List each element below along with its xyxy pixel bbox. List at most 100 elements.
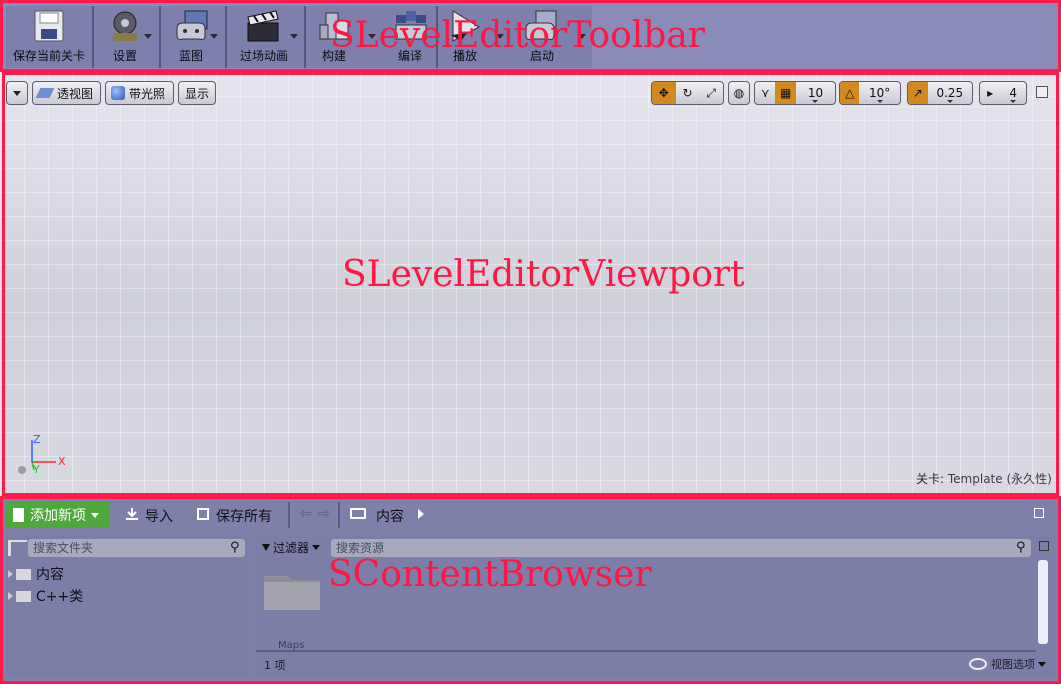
scale-tool-icon[interactable]: ⤢ [699, 82, 723, 104]
save-icon [29, 9, 69, 43]
rotation-snap-icon[interactable]: △ [840, 82, 860, 104]
chevron-down-icon [1038, 661, 1046, 667]
view-options-label: 视图选项 [991, 658, 1035, 671]
asset-view-divider [256, 650, 1036, 652]
chevron-right-icon[interactable] [418, 509, 424, 519]
chevron-down-icon [13, 90, 21, 96]
level-editor-toolbar: 保存当前关卡 设置 蓝图 过场动画 构建 编译 播放 启动 SLevelEdit… [0, 0, 1061, 72]
toolbar-separator [338, 502, 340, 528]
chevron-down-icon [312, 545, 321, 550]
tree-item-label: C++类 [36, 589, 84, 605]
path-root[interactable]: 内容 [376, 506, 404, 526]
folder-icon [16, 568, 31, 580]
import-button[interactable]: 导入 [145, 506, 173, 526]
forward-arrow-icon[interactable]: ⇨ [318, 506, 330, 522]
perspective-label: 透视图 [57, 86, 94, 101]
scale-snap-value[interactable]: 0.25 [928, 82, 972, 104]
filters-label: 过滤器 [273, 541, 310, 555]
coordinate-system-group: ◍ [728, 81, 750, 105]
rotation-snap-group: △ 10° [839, 81, 901, 105]
chevron-right-icon [8, 570, 13, 578]
blueprint-icon [171, 9, 211, 43]
surface-snap-icon[interactable]: ⋎ [755, 82, 775, 104]
content-browser: 添加新项 导入 保存所有 ⇦ ⇨ 内容 搜索文件夹 ⚲ 内容 C++类 过滤器 … [0, 496, 1061, 684]
sources-panel-icon[interactable] [8, 540, 27, 556]
camera-speed-value[interactable]: 4 [1000, 82, 1026, 104]
asset-scrollbar[interactable] [1038, 560, 1048, 644]
cpp-folder-icon [16, 590, 31, 602]
toolbar-separator [92, 6, 94, 68]
save-search-icon[interactable] [1039, 541, 1049, 551]
cinematics-icon [244, 9, 284, 43]
toolbar-separator [159, 6, 161, 68]
filter-icon [262, 544, 270, 551]
perspective-button[interactable]: 透视图 [32, 81, 101, 105]
folder-icon [264, 576, 320, 610]
grid-snap-group: ⋎ ▦ 10 [754, 81, 836, 105]
toolbar-separator [288, 502, 290, 528]
toolbar-separator [225, 6, 227, 68]
toolbar-overlay-label: SLevelEditorToolbar [330, 15, 706, 56]
chevron-down-icon[interactable] [144, 34, 152, 39]
content-browser-overlay-label: SContentBrowser [328, 554, 652, 595]
translate-tool-icon[interactable]: ✥ [652, 82, 676, 104]
blueprints-label: 蓝图 [178, 49, 203, 63]
settings-button[interactable]: 设置 [96, 8, 154, 66]
viewport-options-button[interactable] [6, 81, 28, 105]
level-label: 关卡: [916, 472, 945, 486]
rotation-snap-value[interactable]: 10° [859, 82, 900, 104]
chevron-down-icon[interactable] [210, 34, 218, 39]
tree-item-content[interactable]: 内容 [8, 564, 64, 584]
axis-y-label: Y [33, 463, 40, 476]
scale-snap-icon[interactable]: ↗ [908, 82, 928, 104]
cinematics-button[interactable]: 过场动画 [228, 8, 300, 66]
chevron-down-icon [91, 512, 99, 518]
asset-tile-maps[interactable] [264, 572, 320, 610]
folder-search-input[interactable]: 搜索文件夹 [28, 539, 245, 557]
new-file-icon [13, 508, 24, 522]
maximize-viewport-icon[interactable] [1036, 86, 1048, 98]
save-all-icon [197, 508, 209, 520]
add-new-button[interactable]: 添加新项 [6, 502, 110, 528]
add-new-label: 添加新项 [30, 508, 86, 524]
search-icon: ⚲ [230, 540, 240, 555]
settings-icon [105, 9, 145, 43]
scale-snap-group: ↗ 0.25 [907, 81, 973, 105]
lit-mode-label: 带光照 [129, 86, 166, 101]
import-icon [125, 507, 139, 521]
search-icon: ⚲ [1016, 540, 1026, 555]
grid-snap-icon[interactable]: ▦ [775, 82, 796, 104]
folder-tree-pane: 搜索文件夹 ⚲ 内容 C++类 [6, 536, 249, 676]
perspective-icon [35, 88, 55, 98]
show-label: 显示 [184, 86, 209, 101]
axis-z-label: Z [33, 433, 41, 446]
show-button[interactable]: 显示 [178, 81, 216, 105]
viewport-overlay-label: SLevelEditorViewport [342, 254, 745, 295]
toolbar-separator [304, 6, 306, 68]
level-info: 关卡: Template (永久性) [916, 470, 1052, 487]
chevron-down-icon[interactable] [290, 34, 298, 39]
grid-snap-value[interactable]: 10 [796, 82, 835, 104]
axis-x-label: X [58, 455, 66, 468]
tree-item-cpp-classes[interactable]: C++类 [8, 586, 83, 606]
save-all-button[interactable]: 保存所有 [216, 506, 272, 526]
level-value: Template (永久性) [947, 472, 1052, 486]
blueprints-button[interactable]: 蓝图 [162, 8, 220, 66]
lit-mode-button[interactable]: 带光照 [105, 81, 174, 105]
lit-sphere-icon [111, 86, 125, 100]
back-arrow-icon[interactable]: ⇦ [300, 506, 312, 522]
item-count: 1 项 [264, 659, 286, 672]
camera-speed-icon[interactable]: ▸ [980, 82, 1000, 104]
open-folder-icon [350, 508, 366, 519]
view-options-button[interactable]: 视图选项 [969, 656, 1046, 672]
camera-speed-group: ▸ 4 [979, 81, 1027, 105]
save-current-level-button[interactable]: 保存当前关卡 [6, 8, 92, 66]
save-current-level-label: 保存当前关卡 [12, 49, 85, 63]
settings-label: 设置 [112, 49, 137, 63]
rotate-tool-icon[interactable]: ↻ [676, 82, 700, 104]
lock-icon[interactable] [1034, 508, 1044, 518]
world-globe-icon[interactable]: ◍ [729, 82, 749, 104]
filters-button[interactable]: 过滤器 [262, 539, 321, 556]
level-editor-viewport[interactable]: 透视图 带光照 显示 ✥ ↻ ⤢ ◍ ⋎ ▦ 10 △ 10° ↗ 0.25 ▸ [0, 72, 1061, 496]
transform-mode-group: ✥ ↻ ⤢ [651, 81, 724, 105]
